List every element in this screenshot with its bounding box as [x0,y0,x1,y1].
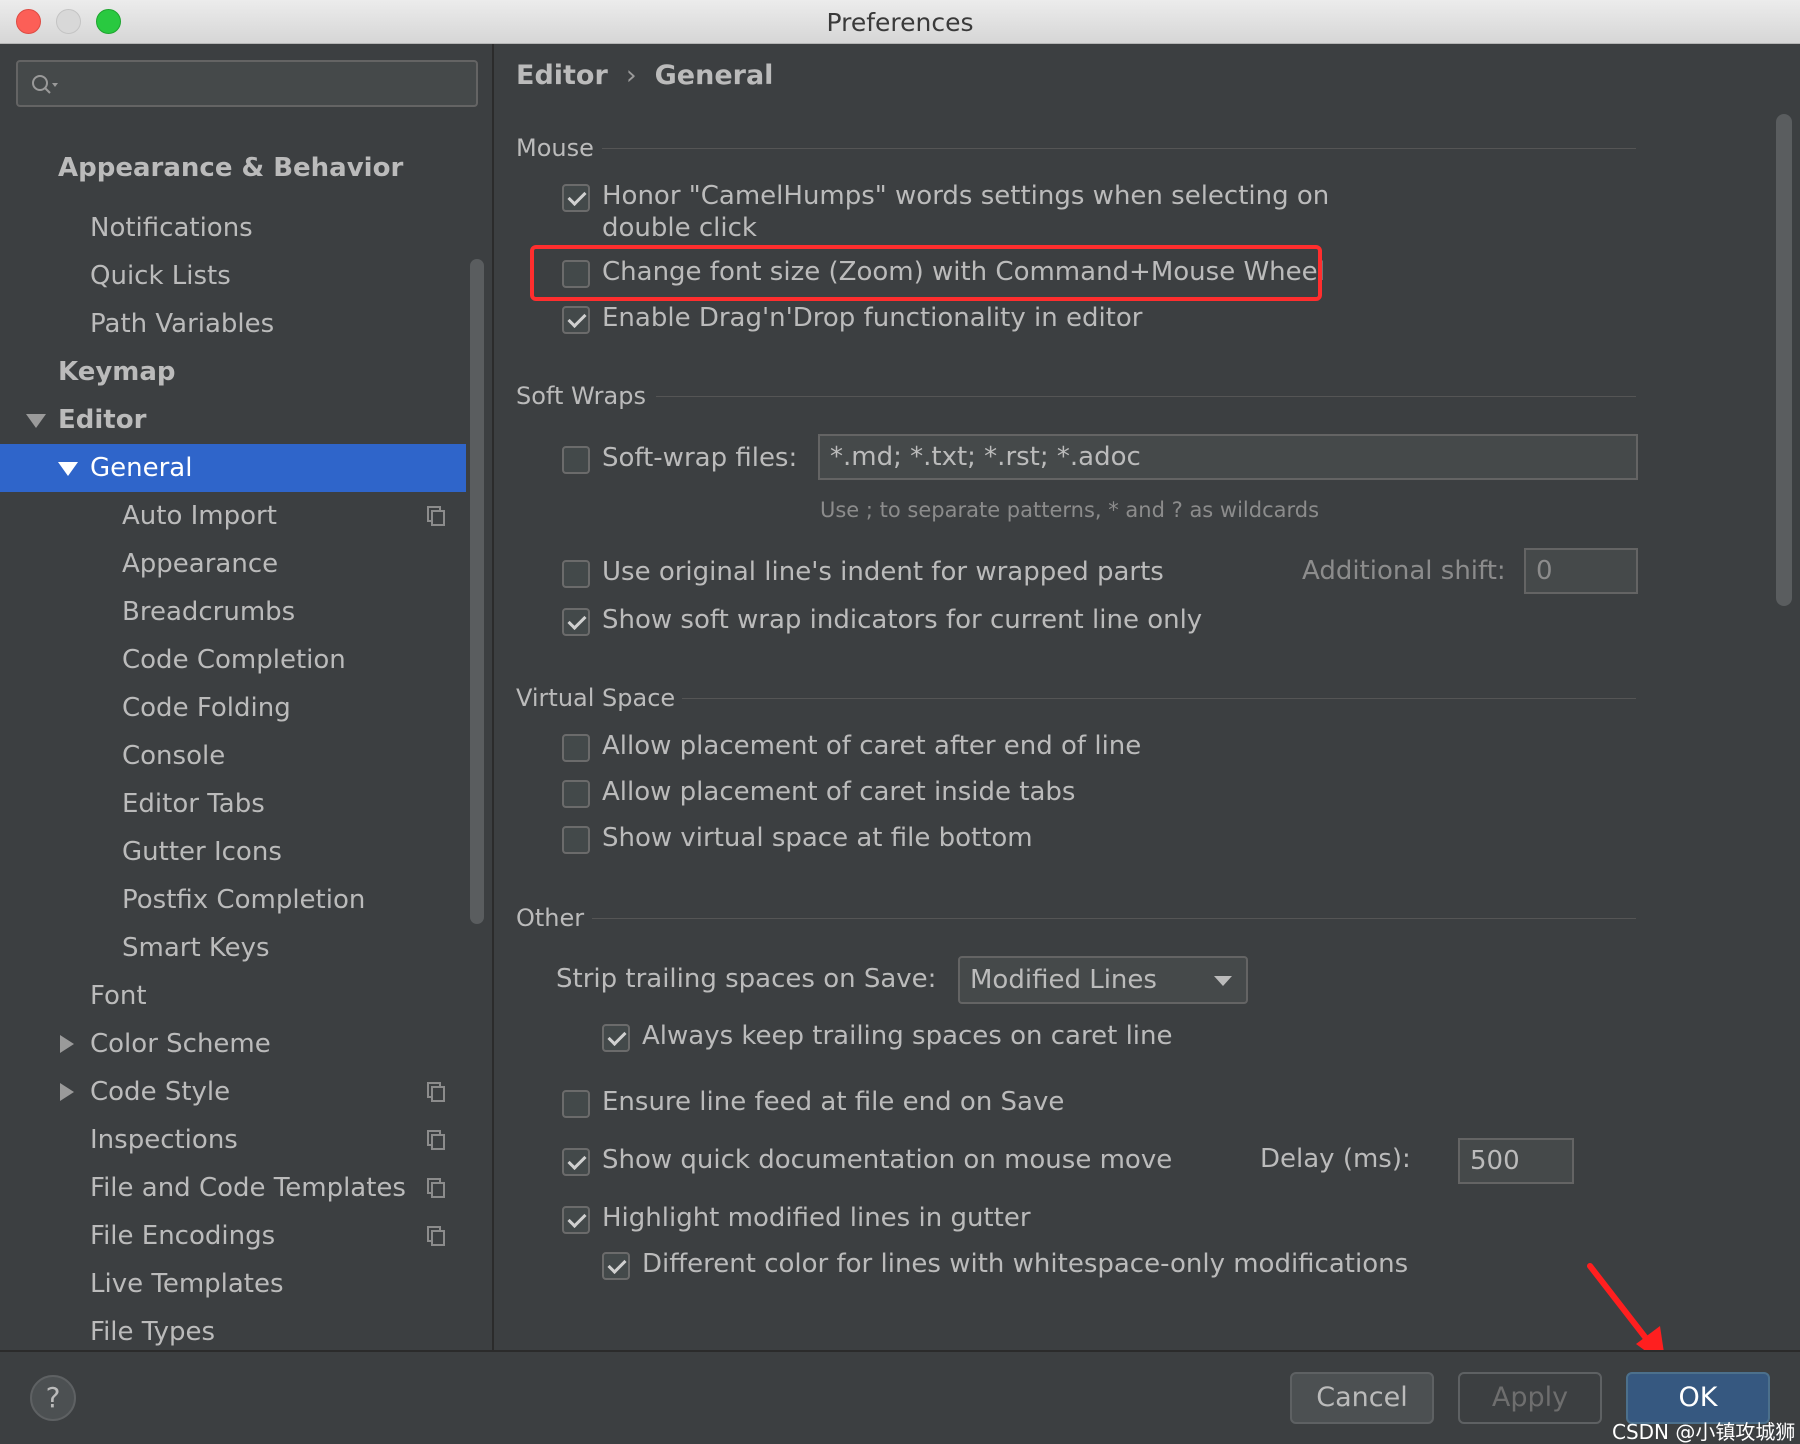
collapsed-arrow-icon[interactable] [60,1035,74,1053]
virtual-space-bottom-label: Show virtual space at file bottom [602,823,1033,853]
dialog-footer: ? Cancel Apply OK CSDN @小镇攻城狮 [0,1350,1800,1444]
caret-after-end-label: Allow placement of caret after end of li… [602,731,1142,761]
copy-icon [427,1178,445,1198]
tree-item-console[interactable]: Console [0,732,466,780]
strip-trailing-dropdown[interactable]: Modified Lines [958,956,1248,1004]
virtual-space-bottom-checkbox[interactable] [562,826,590,854]
section-title-mouse: Mouse [516,134,594,162]
indent-label: Use original line's indent for wrapped p… [602,557,1164,587]
section-title-other: Other [516,904,585,932]
breadcrumb-general: General [654,60,774,91]
annotation-highlight-box [530,245,1322,301]
section-divider [592,918,1636,919]
section-title-soft-wraps: Soft Wraps [516,382,646,410]
copy-icon [427,1130,445,1150]
tree-item-editor[interactable]: Editor [0,396,466,444]
section-divider [682,698,1636,699]
tree-item-file-and-code-templates[interactable]: File and Code Templates [0,1164,466,1212]
dropdown-arrow-icon [1214,976,1232,986]
caret-inside-tabs-label: Allow placement of caret inside tabs [602,777,1076,807]
breadcrumb-separator: › [625,60,637,91]
delay-input[interactable]: 500 [1458,1138,1574,1184]
tree-item-code-style[interactable]: Code Style [0,1068,466,1116]
line-feed-checkbox[interactable] [562,1090,590,1118]
section-divider [656,396,1636,397]
section-title-virtual-space: Virtual Space [516,684,676,712]
diff-color-checkbox[interactable] [602,1252,630,1280]
collapsed-arrow-icon[interactable] [60,1083,74,1101]
tree-item-inspections[interactable]: Inspections [0,1116,466,1164]
delay-label: Delay (ms): [1260,1144,1411,1174]
sidebar-scrollbar[interactable] [470,259,484,924]
tree-item-general[interactable]: General [0,444,466,492]
strip-trailing-label: Strip trailing spaces on Save: [556,964,937,994]
tree-item-color-scheme[interactable]: Color Scheme [0,1020,466,1068]
line-feed-label: Ensure line feed at file end on Save [602,1087,1065,1117]
tree-item-appearance-behavior[interactable]: Appearance & Behavior [0,144,466,192]
tree-item-smart-keys[interactable]: Smart Keys [0,924,466,972]
tree-item-editor-tabs[interactable]: Editor Tabs [0,780,466,828]
dragdrop-checkbox[interactable] [562,306,590,334]
tree-item-code-folding[interactable]: Code Folding [0,684,466,732]
additional-shift-label: Additional shift: [1302,556,1506,586]
camelhumps-label: Honor "CamelHumps" words settings when s… [602,181,1330,243]
tree-item-appearance[interactable]: Appearance [0,540,466,588]
search-icon [32,75,58,94]
camelhumps-checkbox[interactable] [562,184,590,212]
breadcrumb-editor[interactable]: Editor [516,60,608,91]
tree-item-file-encodings[interactable]: File Encodings [0,1212,466,1260]
highlight-modified-label: Highlight modified lines in gutter [602,1203,1031,1233]
softwrap-hint: Use ; to separate patterns, * and ? as w… [820,498,1320,522]
caret-inside-tabs-checkbox[interactable] [562,780,590,808]
highlight-modified-checkbox[interactable] [562,1206,590,1234]
tree-item-file-types[interactable]: File Types [0,1308,466,1350]
help-button[interactable]: ? [30,1375,76,1421]
keep-trailing-label: Always keep trailing spaces on caret lin… [642,1021,1173,1051]
quick-doc-label: Show quick documentation on mouse move [602,1145,1173,1175]
keep-trailing-checkbox[interactable] [602,1024,630,1052]
cancel-button[interactable]: Cancel [1290,1372,1434,1424]
expanded-arrow-icon[interactable] [58,462,78,476]
indent-checkbox[interactable] [562,560,590,588]
content-scrollbar[interactable] [1776,114,1792,606]
breadcrumb: Editor › General [516,60,773,91]
tree-item-live-templates[interactable]: Live Templates [0,1260,466,1308]
apply-button[interactable]: Apply [1458,1372,1602,1424]
expanded-arrow-icon[interactable] [26,414,46,428]
tree-item-breadcrumbs[interactable]: Breadcrumbs [0,588,466,636]
indicators-label: Show soft wrap indicators for current li… [602,605,1203,635]
indicators-checkbox[interactable] [562,608,590,636]
tree-item-font[interactable]: Font [0,972,466,1020]
dragdrop-label: Enable Drag'n'Drop functionality in edit… [602,303,1143,333]
settings-content-panel: Editor › General Mouse Honor "CamelHumps" … [496,44,1800,1350]
tree-item-path-variables[interactable]: Path Variables [0,300,466,348]
tree-item-quick-lists[interactable]: Quick Lists [0,252,466,300]
title-bar: Preferences [0,0,1800,44]
quick-doc-checkbox[interactable] [562,1148,590,1176]
watermark: CSDN @小镇攻城狮 [1612,1420,1796,1444]
softwrap-label: Soft-wrap files: [602,443,798,473]
tree-item-notifications[interactable]: Notifications [0,204,466,252]
window-title: Preferences [826,8,974,37]
copy-icon [427,1082,445,1102]
settings-search-input[interactable] [16,60,478,107]
tree-item-keymap[interactable]: Keymap [0,348,466,396]
tree-item-gutter-icons[interactable]: Gutter Icons [0,828,466,876]
settings-sidebar: Appearance & Behavior Notifications Quic… [0,44,494,1350]
tree-item-code-completion[interactable]: Code Completion [0,636,466,684]
tree-item-postfix-completion[interactable]: Postfix Completion [0,876,466,924]
additional-shift-input[interactable]: 0 [1524,548,1638,594]
tree-item-auto-import[interactable]: Auto Import [0,492,466,540]
softwrap-patterns-input[interactable]: *.md; *.txt; *.rst; *.adoc [818,434,1638,480]
softwrap-checkbox[interactable] [562,446,590,474]
copy-icon [427,1226,445,1246]
copy-icon [427,506,445,526]
diff-color-label: Different color for lines with whitespac… [642,1249,1409,1279]
strip-trailing-value: Modified Lines [970,965,1157,995]
caret-after-end-checkbox[interactable] [562,734,590,762]
section-divider [602,148,1636,149]
